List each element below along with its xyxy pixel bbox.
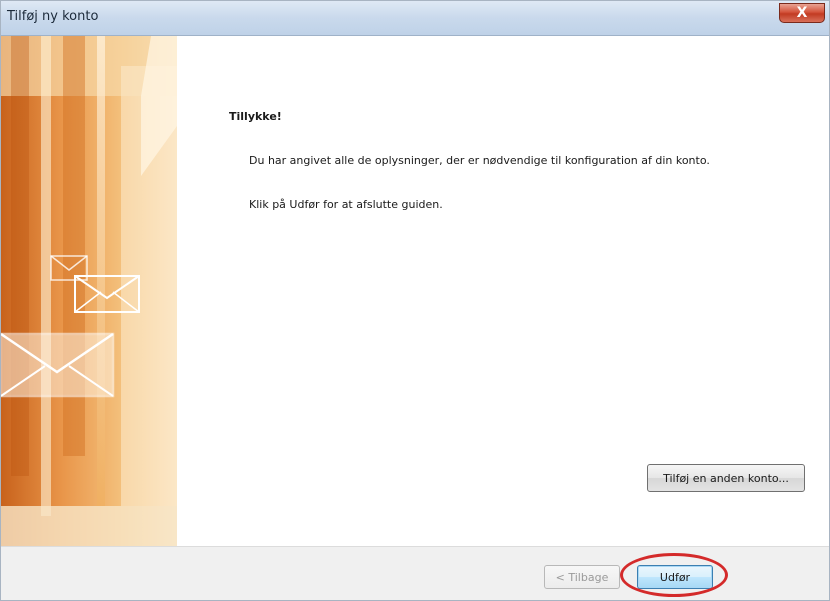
back-button[interactable]: < Tilbage (544, 565, 620, 589)
title-bar[interactable]: Tilføj ny konto X (1, 1, 829, 36)
close-icon: X (796, 5, 808, 21)
finish-button[interactable]: Udfør (637, 565, 713, 589)
info-text: Du har angivet alle de oplysninger, der … (249, 154, 710, 167)
instruction-text: Klik på Udfør for at afslutte guiden. (249, 198, 443, 211)
add-account-dialog: Tilføj ny konto X Tillykke! Du har angiv… (0, 0, 830, 601)
add-another-account-button[interactable]: Tilføj en anden konto... (647, 464, 805, 492)
wizard-content: Tillykke! Du har angivet alle de oplysni… (1, 36, 829, 546)
wizard-main-pane: Tillykke! Du har angivet alle de oplysni… (177, 36, 829, 546)
congrats-heading: Tillykke! (229, 110, 282, 123)
window-title: Tilføj ny konto (7, 9, 99, 24)
wizard-footer: < Tilbage Udfør (1, 546, 829, 600)
envelope-art-icon (1, 36, 177, 546)
close-button[interactable]: X (779, 3, 825, 23)
